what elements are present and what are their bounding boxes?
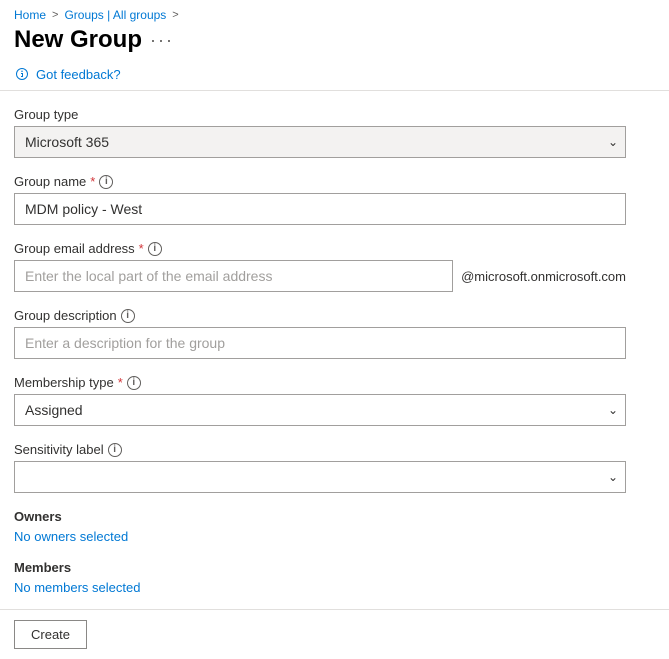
page-wrapper: Home > Groups | All groups > New Group ·…: [0, 0, 669, 659]
membership-type-label: Membership type * i: [14, 375, 626, 390]
group-description-info-icon[interactable]: i: [121, 309, 135, 323]
owners-label: Owners: [14, 509, 626, 524]
membership-type-select[interactable]: AssignedDynamic UserDynamic Device: [14, 394, 626, 426]
group-description-field: Group description i: [14, 308, 626, 359]
owners-section: Owners No owners selected: [14, 509, 626, 544]
sensitivity-label-label: Sensitivity label i: [14, 442, 626, 457]
email-domain: @microsoft.onmicrosoft.com: [461, 269, 626, 284]
group-name-info-icon[interactable]: i: [99, 175, 113, 189]
group-name-input[interactable]: [14, 193, 626, 225]
no-members-link[interactable]: No members selected: [14, 580, 140, 595]
group-description-input[interactable]: [14, 327, 626, 359]
main-scroll-area[interactable]: Group type Microsoft 365SecurityMail-ena…: [0, 91, 669, 609]
form-content: Group type Microsoft 365SecurityMail-ena…: [0, 91, 640, 609]
group-name-required: *: [90, 174, 95, 189]
members-section: Members No members selected: [14, 560, 626, 595]
group-type-field: Group type Microsoft 365SecurityMail-ena…: [14, 107, 626, 158]
breadcrumb-groups[interactable]: Groups | All groups: [64, 8, 166, 22]
group-type-label: Group type: [14, 107, 626, 122]
page-title: New Group: [14, 26, 142, 54]
group-description-label: Group description i: [14, 308, 626, 323]
more-options-icon[interactable]: ···: [150, 30, 174, 51]
email-input-wrapper: [14, 260, 453, 292]
breadcrumb-sep1: >: [52, 9, 58, 21]
membership-type-select-wrapper: AssignedDynamic UserDynamic Device ⌄: [14, 394, 626, 426]
feedback-bar[interactable]: Got feedback?: [0, 62, 669, 90]
group-name-field: Group name * i: [14, 174, 626, 225]
group-email-info-icon[interactable]: i: [148, 242, 162, 256]
breadcrumb: Home > Groups | All groups >: [0, 0, 669, 22]
group-type-select[interactable]: Microsoft 365SecurityMail-enabled Securi…: [14, 126, 626, 158]
membership-type-required: *: [118, 375, 123, 390]
sensitivity-label-select-wrapper: ⌄: [14, 461, 626, 493]
membership-type-field: Membership type * i AssignedDynamic User…: [14, 375, 626, 426]
feedback-label[interactable]: Got feedback?: [36, 67, 121, 82]
sensitivity-label-field: Sensitivity label i ⌄: [14, 442, 626, 493]
group-email-required: *: [139, 241, 144, 256]
create-button[interactable]: Create: [14, 620, 87, 649]
page-header: New Group ···: [0, 22, 669, 62]
email-row: @microsoft.onmicrosoft.com: [14, 260, 626, 292]
group-name-label: Group name * i: [14, 174, 626, 189]
membership-type-info-icon[interactable]: i: [127, 376, 141, 390]
sensitivity-label-select[interactable]: [14, 461, 626, 493]
sensitivity-label-info-icon[interactable]: i: [108, 443, 122, 457]
group-type-select-wrapper: Microsoft 365SecurityMail-enabled Securi…: [14, 126, 626, 158]
footer-bar: Create: [0, 609, 669, 659]
feedback-icon: [14, 66, 30, 82]
breadcrumb-home[interactable]: Home: [14, 8, 46, 22]
breadcrumb-sep2: >: [172, 9, 178, 21]
no-owners-link[interactable]: No owners selected: [14, 529, 128, 544]
group-email-input[interactable]: [14, 260, 453, 292]
group-email-label: Group email address * i: [14, 241, 626, 256]
members-label: Members: [14, 560, 626, 575]
group-email-field: Group email address * i @microsoft.onmic…: [14, 241, 626, 292]
